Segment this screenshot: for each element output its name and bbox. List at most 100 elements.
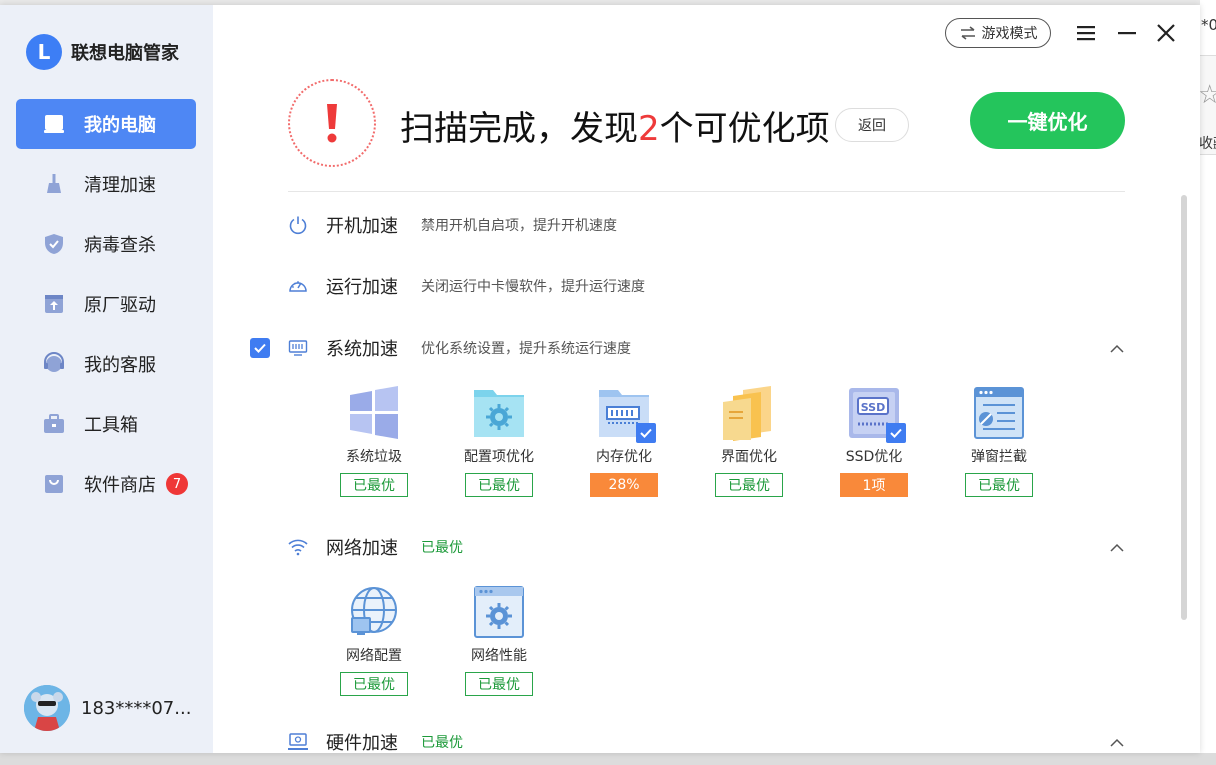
sidebar-item-label: 工具箱 (84, 415, 138, 436)
sidebar-item-my-computer[interactable]: 我的电脑 (16, 99, 196, 149)
tile-network-performance[interactable]: 网络性能 已最优 (444, 584, 554, 696)
tile-network-config[interactable]: 网络配置 已最优 (319, 584, 429, 696)
tile-label: 网络性能 (471, 648, 527, 664)
tile-label: 界面优化 (721, 449, 777, 465)
sidebar-item-label: 软件商店 (84, 475, 156, 496)
tile-popup-block[interactable]: 弹窗拦截 已最优 (944, 385, 1054, 497)
tile-label: 弹窗拦截 (971, 449, 1027, 465)
section-title: 网络加速 (326, 538, 398, 559)
config-folder-icon (471, 385, 527, 441)
broom-icon (42, 172, 66, 196)
status-badge: 1项 (840, 473, 908, 497)
sidebar-item-antivirus[interactable]: 病毒查杀 (16, 219, 196, 269)
section-status: 已最优 (421, 735, 463, 751)
main-window: L 联想电脑管家 我的电脑 清理加速 病毒查杀 原厂驱动 我的客服 工具箱 软件… (0, 5, 1200, 753)
status-badge: 已最优 (465, 672, 533, 696)
sidebar-item-label: 原厂驱动 (84, 295, 156, 316)
section-title: 硬件加速 (326, 733, 398, 753)
wifi-icon (287, 536, 309, 558)
section-status: 已最优 (421, 540, 463, 556)
status-badge: 已最优 (965, 473, 1033, 497)
game-mode-label: 游戏模式 (981, 26, 1038, 42)
tile-config-optimize[interactable]: 配置项优化 已最优 (444, 385, 554, 497)
sidebar-item-drivers[interactable]: 原厂驱动 (16, 279, 196, 329)
hardware-icon (287, 731, 309, 753)
toolbox-icon (42, 412, 66, 436)
background-taskbar (0, 753, 1216, 765)
windows-icon (346, 385, 402, 441)
section-system-speedup: 系统加速 优化系统设置，提升系统运行速度 (250, 333, 1130, 363)
back-button[interactable]: 返回 (835, 108, 909, 142)
star-icon[interactable]: ☆ (1198, 80, 1216, 110)
section-title: 系统加速 (326, 339, 398, 360)
background-favorite-label: 收藏 (1199, 136, 1216, 152)
status-badge: 已最优 (340, 672, 408, 696)
sidebar-item-toolbox[interactable]: 工具箱 (16, 399, 196, 449)
chevron-up-icon[interactable] (1108, 733, 1126, 751)
section-title: 开机加速 (326, 216, 398, 237)
scan-result-count: 2 (638, 109, 660, 149)
game-mode-button[interactable]: 游戏模式 (945, 18, 1051, 48)
interface-layers-icon (721, 385, 777, 441)
menu-icon[interactable] (1075, 22, 1097, 44)
tile-label: 网络配置 (346, 648, 402, 664)
power-icon (287, 214, 309, 236)
one-click-optimize-button[interactable]: 一键优化 (970, 92, 1125, 149)
tile-label: 内存优化 (596, 449, 652, 465)
main-content: 游戏模式 扫描完成，发现2个可优化项 返回 一键优化 开机加速 禁用开机自启项，… (213, 5, 1200, 753)
sidebar-item-label: 清理加速 (84, 175, 156, 196)
memory-icon-wrap (596, 385, 656, 443)
scan-result-title: 扫描完成，发现2个可优化项 (400, 101, 830, 150)
chevron-up-icon[interactable] (1108, 538, 1126, 556)
laptop-icon (42, 112, 66, 136)
section-hardware-speedup: 硬件加速 已最优 (250, 727, 1130, 753)
sidebar-item-clean[interactable]: 清理加速 (16, 159, 196, 209)
sidebar-item-software-store[interactable]: 软件商店 7 (16, 459, 196, 509)
checkmark-icon (886, 423, 906, 443)
tile-memory-optimize[interactable]: 内存优化 28% (569, 385, 679, 497)
notification-badge: 7 (166, 473, 188, 495)
section-network-speedup: 网络加速 已最优 (250, 532, 1130, 562)
ssd-icon-wrap: SSD (846, 385, 906, 443)
chevron-up-icon[interactable] (1108, 339, 1126, 357)
section-description: 禁用开机自启项，提升开机速度 (421, 218, 617, 234)
app-name: 联想电脑管家 (71, 43, 179, 64)
swap-arrows-icon (960, 26, 975, 40)
app-logo: L 联想电脑管家 (26, 34, 179, 70)
status-badge: 已最优 (340, 473, 408, 497)
divider (288, 191, 1125, 192)
minimize-icon[interactable] (1116, 22, 1138, 44)
network-gear-icon (471, 584, 527, 640)
section-boot-speedup: 开机加速 禁用开机自启项，提升开机速度 (250, 210, 1130, 240)
section-title: 运行加速 (326, 277, 398, 298)
tile-label: 系统垃圾 (346, 449, 402, 465)
section-description: 优化系统设置，提升系统运行速度 (421, 341, 631, 357)
tile-system-junk[interactable]: 系统垃圾 已最优 (319, 385, 429, 497)
status-badge: 已最优 (465, 473, 533, 497)
exclamation-icon (327, 104, 337, 143)
scan-result-suffix: 个可优化项 (659, 109, 830, 149)
alert-indicator (288, 79, 376, 167)
sidebar-item-label: 我的客服 (84, 355, 156, 376)
close-icon[interactable] (1155, 22, 1177, 44)
user-name: 183****07... (81, 697, 192, 719)
sidebar: L 联想电脑管家 我的电脑 清理加速 病毒查杀 原厂驱动 我的客服 工具箱 软件… (0, 5, 213, 753)
shield-icon (42, 232, 66, 256)
sidebar-item-label: 病毒查杀 (84, 235, 156, 256)
section-runtime-speedup: 运行加速 关闭运行中卡慢软件，提升运行速度 (250, 271, 1130, 301)
checkmark-icon (636, 423, 656, 443)
section-description: 关闭运行中卡慢软件，提升运行速度 (421, 279, 645, 295)
store-bag-icon (42, 472, 66, 496)
system-settings-icon (287, 337, 309, 359)
section-checkbox[interactable] (250, 338, 270, 358)
tile-label: 配置项优化 (464, 449, 534, 465)
sidebar-item-customer-service[interactable]: 我的客服 (16, 339, 196, 389)
tile-ssd-optimize[interactable]: SSD SSD优化 1项 (819, 385, 929, 497)
tile-interface-optimize[interactable]: 界面优化 已最优 (694, 385, 804, 497)
scrollbar[interactable] (1181, 195, 1187, 620)
user-profile[interactable]: 183****07... (24, 685, 191, 731)
lenovo-logo-icon: L (26, 34, 62, 70)
scan-result-prefix: 扫描完成，发现 (400, 109, 638, 149)
headset-icon (42, 352, 66, 376)
ssd-text: SSD (861, 401, 885, 414)
